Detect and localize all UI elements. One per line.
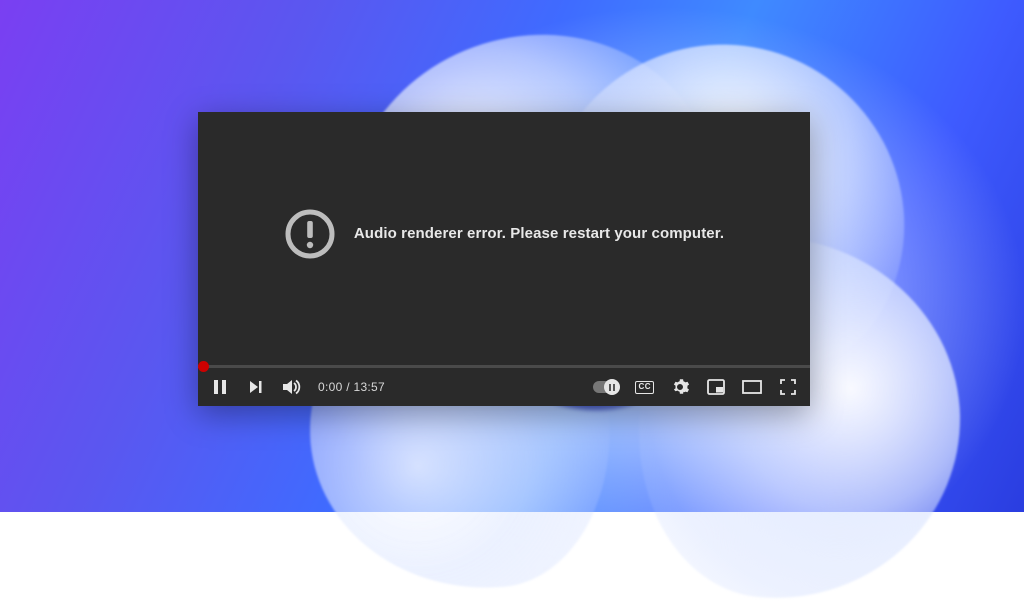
- error-icon: [284, 208, 336, 260]
- fullscreen-button[interactable]: [778, 377, 798, 397]
- autoplay-toggle[interactable]: [593, 381, 619, 393]
- captions-button[interactable]: CC: [635, 381, 654, 394]
- progress-bar[interactable]: [198, 365, 810, 368]
- theater-mode-button[interactable]: [742, 377, 762, 397]
- volume-button[interactable]: [282, 377, 302, 397]
- settings-button[interactable]: [670, 377, 690, 397]
- error-message: Audio renderer error. Please restart you…: [354, 225, 724, 242]
- time-display: 0:00 / 13:57: [318, 380, 385, 394]
- progress-scrubber[interactable]: [198, 361, 209, 372]
- video-content-area[interactable]: Audio renderer error. Please restart you…: [198, 112, 810, 365]
- miniplayer-button[interactable]: [706, 377, 726, 397]
- pause-button[interactable]: [210, 377, 230, 397]
- next-button[interactable]: [246, 377, 266, 397]
- player-controls: 0:00 / 13:57 CC: [198, 368, 810, 406]
- video-player: Audio renderer error. Please restart you…: [198, 112, 810, 406]
